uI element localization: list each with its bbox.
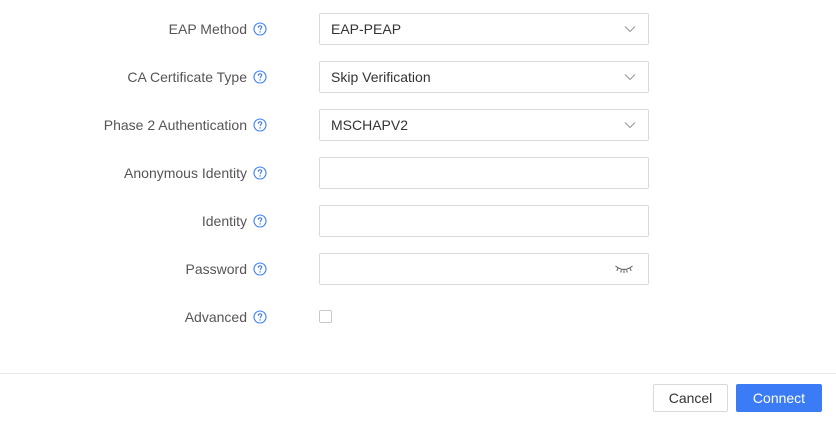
chevron-down-icon	[624, 122, 636, 129]
anonymous-identity-field	[319, 157, 649, 189]
phase2-authentication-select[interactable]: MSCHAPV2	[319, 109, 649, 141]
password-field	[319, 253, 649, 285]
row-phase2-authentication: Phase 2 Authentication MSCHAPV2	[0, 109, 836, 141]
help-circle-icon[interactable]	[253, 118, 267, 132]
cancel-button[interactable]: Cancel	[653, 384, 728, 412]
footer-divider	[0, 373, 836, 374]
eap-method-label-group: EAP Method	[169, 13, 267, 45]
identity-label-group: Identity	[202, 205, 267, 237]
identity-label: Identity	[201, 213, 247, 229]
anonymous-identity-input[interactable]	[320, 158, 648, 188]
eap-method-value: EAP-PEAP	[331, 21, 402, 37]
chevron-down-icon	[624, 74, 636, 81]
phase2-authentication-label: Phase 2 Authentication	[103, 117, 247, 133]
help-circle-icon[interactable]	[253, 22, 267, 36]
row-password: Password	[0, 253, 836, 285]
eap-method-label: EAP Method	[168, 21, 247, 37]
chevron-down-icon	[624, 26, 636, 33]
help-circle-icon[interactable]	[253, 310, 267, 324]
password-input[interactable]	[320, 254, 610, 284]
phase2-authentication-value: MSCHAPV2	[331, 117, 409, 133]
password-label-group: Password	[186, 253, 267, 285]
eye-closed-icon[interactable]	[614, 263, 634, 275]
advanced-label-group: Advanced	[185, 301, 267, 333]
ca-certificate-type-label-group: CA Certificate Type	[127, 61, 267, 93]
ca-certificate-type-label: CA Certificate Type	[127, 69, 247, 85]
help-circle-icon[interactable]	[253, 70, 267, 84]
row-eap-method: EAP Method EAP-PEAP	[0, 13, 836, 45]
ca-certificate-type-select[interactable]: Skip Verification	[319, 61, 649, 93]
phase2-authentication-label-group: Phase 2 Authentication	[104, 109, 267, 141]
advanced-checkbox[interactable]	[319, 310, 332, 323]
anonymous-identity-label: Anonymous Identity	[124, 165, 247, 181]
row-anonymous-identity: Anonymous Identity	[0, 157, 836, 189]
row-advanced: Advanced	[0, 301, 836, 333]
eap-method-select[interactable]: EAP-PEAP	[319, 13, 649, 45]
password-label: Password	[185, 261, 247, 277]
row-identity: Identity	[0, 205, 836, 237]
help-circle-icon[interactable]	[253, 214, 267, 228]
ca-certificate-type-value: Skip Verification	[331, 69, 431, 85]
advanced-label: Advanced	[184, 309, 247, 325]
help-circle-icon[interactable]	[253, 166, 267, 180]
connect-button[interactable]: Connect	[736, 384, 822, 412]
identity-field	[319, 205, 649, 237]
anonymous-identity-label-group: Anonymous Identity	[124, 157, 267, 189]
help-circle-icon[interactable]	[253, 262, 267, 276]
identity-input[interactable]	[320, 206, 648, 236]
row-ca-certificate-type: CA Certificate Type Skip Verification	[0, 61, 836, 93]
